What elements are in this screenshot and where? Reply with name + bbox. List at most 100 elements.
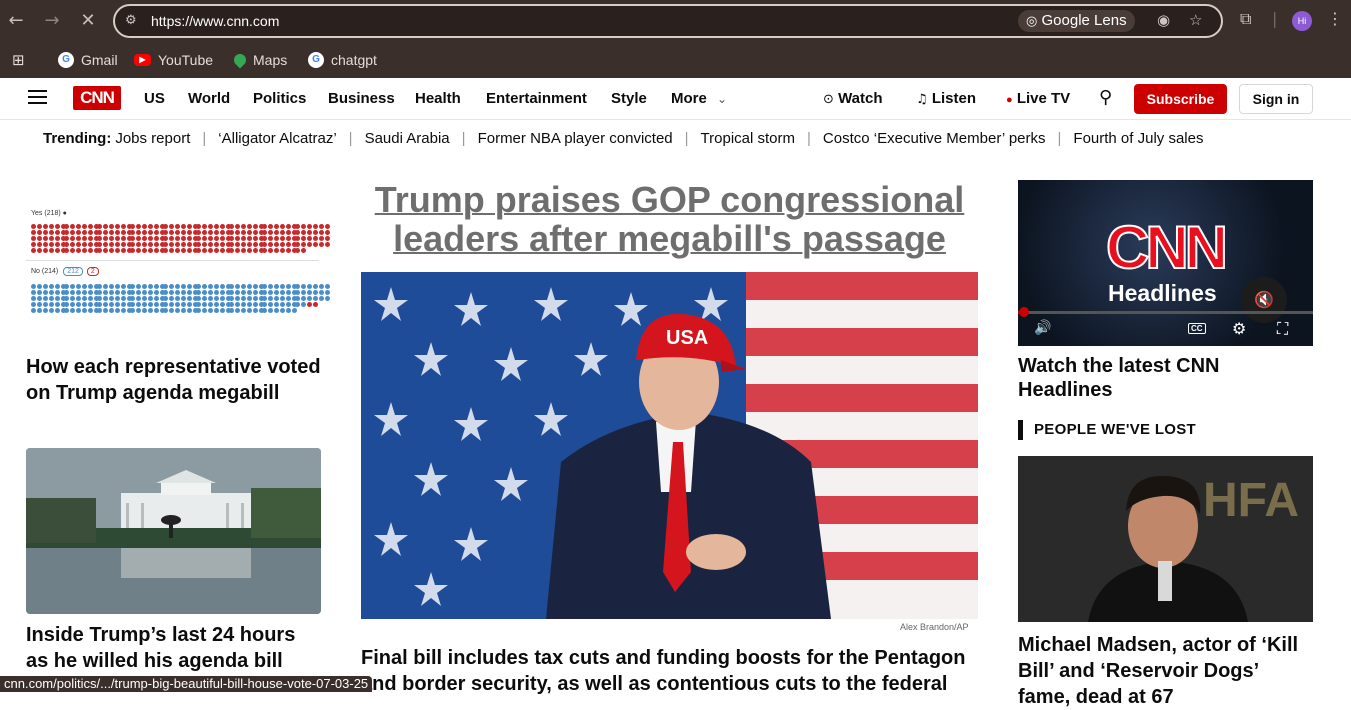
search-icon[interactable]: ⚲ bbox=[1099, 87, 1112, 108]
vote-dot bbox=[187, 248, 192, 253]
white-house-photo[interactable] bbox=[26, 448, 321, 614]
vote-dot bbox=[37, 224, 42, 229]
nav-health[interactable]: Health bbox=[415, 90, 461, 107]
nav-style[interactable]: Style bbox=[611, 90, 647, 107]
vote-dot bbox=[130, 230, 135, 235]
subscribe-button[interactable]: Subscribe bbox=[1134, 84, 1227, 114]
nav-more[interactable]: More ⌄ bbox=[671, 90, 727, 107]
vote-dot bbox=[43, 248, 48, 253]
trending-item[interactable]: Costco ‘Executive Member’ perks bbox=[811, 130, 1058, 147]
vote-dot bbox=[97, 230, 102, 235]
bookmark-chatgpt[interactable]: G chatgpt bbox=[308, 50, 377, 70]
settings-gear-icon[interactable]: ⚙ bbox=[1232, 319, 1246, 338]
forward-icon[interactable]: → bbox=[40, 9, 64, 33]
vote-dot bbox=[70, 296, 75, 301]
apps-grid-icon[interactable]: ⊞ bbox=[12, 50, 25, 70]
vote-dot bbox=[202, 230, 207, 235]
stop-loading-icon[interactable]: ✕ bbox=[76, 9, 100, 33]
vote-dot bbox=[208, 290, 213, 295]
no-badge-dem: 212 bbox=[63, 267, 83, 276]
vote-dot bbox=[208, 230, 213, 235]
vote-dot bbox=[175, 224, 180, 229]
vote-dot bbox=[241, 236, 246, 241]
nav-business[interactable]: Business bbox=[328, 90, 395, 107]
site-info-icon[interactable]: ⚙ bbox=[125, 13, 137, 28]
vote-dot bbox=[175, 308, 180, 313]
vote-dot bbox=[280, 236, 285, 241]
vote-dot bbox=[247, 236, 252, 241]
vote-dot bbox=[196, 236, 201, 241]
vote-dot bbox=[154, 284, 159, 289]
extensions-icon[interactable]: ⧉ bbox=[1240, 9, 1251, 29]
cnn-logo[interactable]: CNN bbox=[73, 86, 121, 110]
vote-dot bbox=[262, 308, 267, 313]
video-scrubber[interactable] bbox=[1019, 307, 1029, 317]
cc-icon[interactable]: CC bbox=[1188, 323, 1206, 334]
back-icon[interactable]: ← bbox=[4, 9, 28, 33]
vote-dot bbox=[229, 308, 234, 313]
vote-dot bbox=[43, 308, 48, 313]
vote-dot bbox=[43, 296, 48, 301]
nav-politics[interactable]: Politics bbox=[253, 90, 306, 107]
url-text[interactable]: https://www.cnn.com bbox=[151, 13, 279, 29]
video-title[interactable]: Watch the latest CNN Headlines bbox=[1018, 354, 1313, 402]
vote-dot bbox=[241, 308, 246, 313]
madsen-photo[interactable]: HFA bbox=[1018, 456, 1313, 622]
hat-text: USA bbox=[666, 327, 708, 349]
nav-world[interactable]: World bbox=[188, 90, 230, 107]
volume-icon[interactable]: 🔊 bbox=[1034, 320, 1051, 336]
vote-dot bbox=[235, 230, 240, 235]
video-player[interactable]: CNN Headlines 🔇 🔊 CC ⚙ ⛶ bbox=[1018, 180, 1313, 346]
vote-dot bbox=[253, 284, 258, 289]
trending-item[interactable]: ‘Alligator Alcatraz’ bbox=[206, 130, 348, 147]
vote-dot bbox=[175, 242, 180, 247]
vote-dot bbox=[247, 224, 252, 229]
vote-dot bbox=[109, 242, 114, 247]
vote-dot bbox=[121, 230, 126, 235]
address-bar[interactable]: ⚙ https://www.cnn.com ◎ Google Lens ◉ ☆ bbox=[113, 4, 1223, 38]
hero-photo[interactable]: USA bbox=[361, 272, 978, 619]
main-headline[interactable]: Trump praises GOP congressional leaders … bbox=[361, 180, 978, 258]
story-headline[interactable]: How each representative voted on Trump a… bbox=[26, 354, 321, 406]
video-progress-bar[interactable] bbox=[1018, 307, 1313, 317]
nav-us[interactable]: US bbox=[144, 90, 165, 107]
trending-item[interactable]: Jobs report bbox=[115, 130, 202, 147]
sign-in-button[interactable]: Sign in bbox=[1239, 84, 1313, 114]
bookmark-youtube[interactable]: ▶ YouTube bbox=[134, 50, 213, 70]
trending-item[interactable]: Tropical storm bbox=[689, 130, 807, 147]
google-lens-button[interactable]: ◎ Google Lens bbox=[1018, 10, 1135, 32]
story-headline[interactable]: Michael Madsen, actor of ‘Kill Bill’ and… bbox=[1018, 632, 1313, 710]
story-summary[interactable]: Final bill includes tax cuts and funding… bbox=[361, 645, 978, 697]
eye-slash-icon[interactable]: ◉ bbox=[1157, 11, 1170, 29]
kebab-menu-icon[interactable]: ⋮ bbox=[1327, 9, 1343, 28]
vote-dot bbox=[295, 242, 300, 247]
trending-item[interactable]: Saudi Arabia bbox=[353, 130, 462, 147]
mute-button[interactable]: 🔇 bbox=[1241, 277, 1287, 323]
trending-item[interactable]: Former NBA player convicted bbox=[466, 130, 685, 147]
nav-entertainment[interactable]: Entertainment bbox=[486, 90, 587, 107]
watch-link[interactable]: ⊙ Watch bbox=[823, 90, 883, 107]
vote-dot bbox=[181, 236, 186, 241]
story-headline[interactable]: Inside Trump’s last 24 hours as he wille… bbox=[26, 622, 321, 674]
trending-item[interactable]: Fourth of July sales bbox=[1061, 130, 1215, 147]
vote-dot bbox=[121, 290, 126, 295]
fullscreen-icon[interactable]: ⛶ bbox=[1277, 319, 1288, 339]
vote-dot bbox=[220, 224, 225, 229]
listen-link[interactable]: ♫ Listen bbox=[916, 90, 976, 107]
bookmark-gmail[interactable]: G Gmail bbox=[58, 50, 118, 70]
vote-dot bbox=[175, 290, 180, 295]
vote-dot bbox=[82, 290, 87, 295]
profile-avatar[interactable]: Hi bbox=[1292, 11, 1312, 31]
bookmark-maps[interactable]: Maps bbox=[231, 50, 287, 70]
vote-dot bbox=[169, 296, 174, 301]
vote-dot bbox=[142, 224, 147, 229]
vote-dot bbox=[163, 296, 168, 301]
vote-dot bbox=[82, 302, 87, 307]
hamburger-menu-icon[interactable] bbox=[28, 90, 47, 104]
vote-count-graphic[interactable]: Yes (218) ● No (214) 212 2 bbox=[26, 200, 330, 320]
vote-dot bbox=[55, 296, 60, 301]
vote-dot bbox=[274, 302, 279, 307]
star-icon[interactable]: ☆ bbox=[1189, 11, 1202, 29]
vote-dot bbox=[64, 242, 69, 247]
live-tv-link[interactable]: ● Live TV bbox=[1006, 90, 1070, 107]
